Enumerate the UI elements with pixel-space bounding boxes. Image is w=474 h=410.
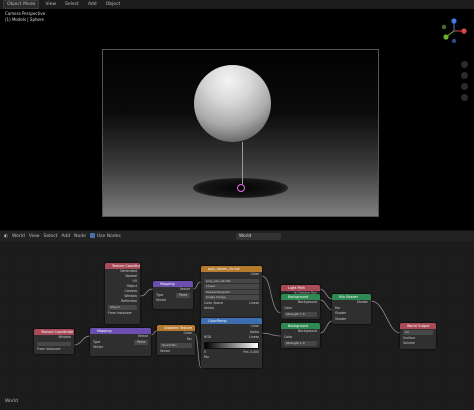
node-gradient-texture[interactable]: Gradient Texture Color Fac Quadratic Vec… <box>157 325 195 355</box>
node-editor-canvas[interactable]: Texture Coordinate Generated Normal UV O… <box>0 241 474 410</box>
z-axis-icon <box>451 18 457 24</box>
interpolation-select[interactable]: Linear <box>249 335 259 341</box>
mode-selector[interactable]: Object Mode <box>3 0 40 9</box>
menu-view[interactable]: View <box>29 234 40 239</box>
node-colorramp[interactable]: ColorRamp Color Alpha RGB Linear 0 Pos 0.0… <box>201 318 262 368</box>
interpolation-select[interactable]: Linear <box>204 284 259 289</box>
link <box>319 299 333 311</box>
editor-type-icon[interactable]: ◐ <box>4 234 8 239</box>
object-field[interactable] <box>37 341 71 346</box>
use-nodes-label: Use Nodes <box>96 234 121 239</box>
object-origin-icon[interactable] <box>237 184 245 192</box>
target-select[interactable]: All <box>403 330 433 335</box>
input-vector[interactable]: Vector <box>157 349 195 355</box>
type-value[interactable]: Point <box>134 339 148 345</box>
node-texture-coordinate-bottom[interactable]: Texture Coordinate Window From Instancer <box>34 329 74 354</box>
menu-select[interactable]: Select <box>62 1 82 8</box>
link <box>319 288 333 300</box>
output-color[interactable]: Color <box>201 272 262 278</box>
link <box>73 335 91 346</box>
viewport-header: Object Mode View Select Add Object <box>0 0 474 9</box>
viewport-info: Camera Perspective (1) Models | Sphere <box>5 11 45 22</box>
pos-label: Pos <box>243 349 249 354</box>
sphere[interactable] <box>194 65 271 142</box>
object-field[interactable]: Object <box>108 305 137 310</box>
strength-field[interactable]: Strength 1.0 <box>284 341 317 346</box>
output-fac[interactable]: Fac <box>157 337 195 343</box>
color-ramp-bar[interactable] <box>204 341 259 349</box>
pan-icon[interactable] <box>461 72 468 79</box>
origin-line <box>242 142 243 184</box>
link <box>261 332 282 337</box>
menu-select[interactable]: Select <box>44 234 58 239</box>
pos-value[interactable]: 0.000 <box>250 350 259 354</box>
active-object-label: (1) Models | Sphere <box>5 16 45 22</box>
node-mapping-bottom[interactable]: Mapping Vector Type Point Vector <box>90 328 151 356</box>
checkbox-icon <box>89 233 95 238</box>
input-color[interactable]: Color <box>281 335 320 341</box>
ramp-options[interactable]: RGB Linear <box>201 335 262 341</box>
projection-select[interactable]: Equirectangular <box>204 289 259 294</box>
3d-viewport[interactable]: Camera Perspective (1) Models | Sphere <box>0 9 474 230</box>
node-background-2[interactable]: Background Background Color Strength 1.0 <box>281 323 320 348</box>
menu-view[interactable]: View <box>42 1 59 8</box>
input-vector[interactable]: Vector <box>90 345 151 351</box>
shader-type-select[interactable]: World <box>12 234 25 239</box>
node-mix-shader[interactable]: Mix Shader Shader Fac Shader Shader <box>332 294 371 324</box>
menu-node[interactable]: Node <box>74 234 86 239</box>
menu-object[interactable]: Object <box>103 1 124 8</box>
zoom-icon[interactable] <box>461 61 468 68</box>
link <box>139 288 154 297</box>
from-instancer-checkbox[interactable]: From Instancer <box>34 347 74 353</box>
from-instancer-checkbox[interactable]: From Instancer <box>105 311 140 316</box>
use-nodes-toggle[interactable]: Use Nodes <box>89 233 121 239</box>
camera-icon[interactable] <box>461 83 468 90</box>
node-background-1[interactable]: Background Background Color Strength 1.0 <box>281 294 320 319</box>
link <box>261 275 282 314</box>
output-window[interactable]: Window <box>34 335 74 341</box>
view-mode-label: Camera Perspective <box>5 11 46 16</box>
input-vector[interactable]: Vector <box>153 298 193 304</box>
viewport-nav-tools <box>461 61 471 105</box>
camera-frame <box>102 49 379 217</box>
color-mode-select[interactable]: RGB <box>204 335 211 341</box>
type-value[interactable]: Point <box>176 292 190 298</box>
grid-icon[interactable] <box>461 94 468 101</box>
source-select[interactable]: Single Image <box>204 295 259 300</box>
stop-position[interactable]: Pos 0.000 <box>243 350 259 356</box>
link <box>319 320 333 334</box>
node-header: World Output <box>400 323 436 329</box>
input-volume[interactable]: Volume <box>400 341 436 347</box>
node-texture-coordinate-top[interactable]: Texture Coordinate Generated Normal UV O… <box>105 263 140 324</box>
colorspace-value[interactable]: Linear <box>249 301 259 307</box>
output-reflection[interactable]: Reflection <box>105 299 140 304</box>
world-name-field[interactable]: World <box>236 232 281 240</box>
input-shader-2[interactable]: Shader <box>332 317 371 323</box>
node-editor-header: ◐ World View Select Add Node Use Nodes W… <box>0 230 474 241</box>
link <box>192 281 202 290</box>
strength-field[interactable]: Strength 1.0 <box>284 312 317 317</box>
input-color[interactable]: Color <box>281 306 320 312</box>
menu-add[interactable]: Add <box>61 234 70 239</box>
node-mapping-top[interactable]: Mapping Vector Type Point Vector <box>153 281 193 309</box>
navigation-gizmo[interactable] <box>440 17 468 57</box>
gradient-type-select[interactable]: Quadratic <box>160 343 192 348</box>
x-axis-icon <box>461 28 467 34</box>
input-fac[interactable]: Fac <box>201 355 262 361</box>
footer-world-label: World <box>5 399 18 404</box>
link <box>370 300 401 334</box>
menu-add[interactable]: Add <box>85 1 100 8</box>
image-file-field[interactable]: poly_pan_2k.hdr <box>204 278 259 283</box>
y-axis-icon <box>443 34 449 40</box>
input-vector[interactable]: Vector <box>201 306 262 312</box>
node-world-output[interactable]: World Output All Surface Volume <box>400 323 436 349</box>
